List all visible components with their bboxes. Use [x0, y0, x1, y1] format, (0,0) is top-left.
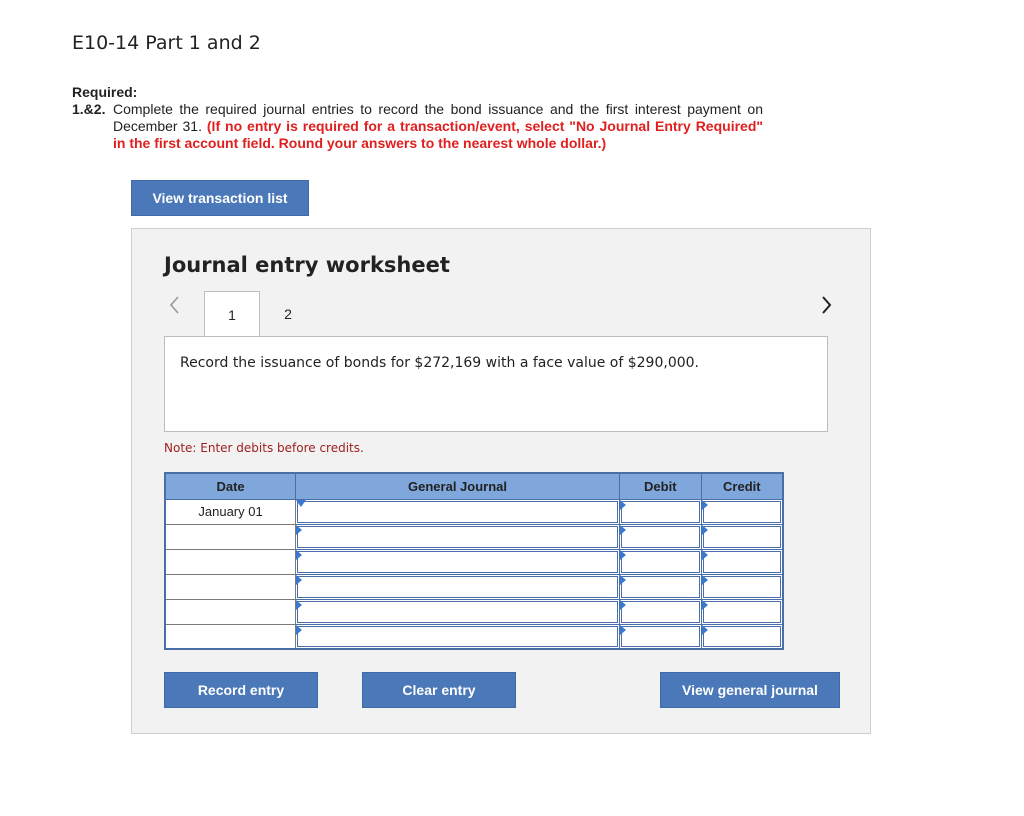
- table-row: [164, 523, 784, 550]
- credit-field[interactable]: [700, 498, 784, 525]
- credit-field[interactable]: [700, 623, 784, 650]
- debit-field[interactable]: [618, 498, 702, 525]
- dropdown-marker-icon: [296, 499, 307, 507]
- credit-field[interactable]: [700, 523, 784, 550]
- tab-1[interactable]: 1: [204, 291, 260, 337]
- header-general-journal: General Journal: [295, 472, 620, 500]
- input-marker-icon: [619, 599, 626, 610]
- input-marker-icon: [296, 599, 303, 610]
- table-row: January 01: [164, 498, 784, 525]
- input-marker-icon: [296, 574, 303, 585]
- input-marker-icon: [619, 549, 626, 560]
- credit-field[interactable]: [700, 598, 784, 625]
- date-cell: January 01: [164, 498, 297, 525]
- clear-entry-button[interactable]: Clear entry: [362, 672, 516, 708]
- account-field[interactable]: [295, 623, 620, 650]
- input-marker-icon: [619, 624, 626, 635]
- view-transaction-list-button[interactable]: View transaction list: [131, 180, 309, 216]
- required-heading: Required:: [72, 84, 138, 100]
- date-cell[interactable]: [164, 523, 297, 550]
- requirement-instruction: (If no entry is required for a transacti…: [113, 118, 764, 151]
- view-general-journal-button[interactable]: View general journal: [660, 672, 840, 708]
- debit-field[interactable]: [618, 623, 702, 650]
- date-cell[interactable]: [164, 598, 297, 625]
- debit-field[interactable]: [618, 548, 702, 575]
- header-debit: Debit: [618, 472, 702, 500]
- table-row: [164, 623, 784, 650]
- tab-2[interactable]: 2: [260, 291, 316, 337]
- input-marker-icon: [296, 624, 303, 635]
- header-date: Date: [164, 472, 297, 500]
- account-field[interactable]: [295, 598, 620, 625]
- input-marker-icon: [701, 599, 708, 610]
- debit-field[interactable]: [618, 523, 702, 550]
- input-marker-icon: [701, 499, 708, 510]
- debit-field[interactable]: [618, 598, 702, 625]
- chevron-right-icon[interactable]: [818, 293, 834, 317]
- input-marker-icon: [701, 574, 708, 585]
- requirement-text-block: Complete the required journal entries to…: [113, 101, 763, 152]
- debit-field[interactable]: [618, 573, 702, 600]
- transaction-description-box: Record the issuance of bonds for $272,16…: [164, 336, 828, 432]
- date-cell[interactable]: [164, 548, 297, 575]
- date-cell[interactable]: [164, 573, 297, 600]
- input-marker-icon: [296, 524, 303, 535]
- input-marker-icon: [701, 549, 708, 560]
- input-marker-icon: [619, 574, 626, 585]
- input-marker-icon: [296, 549, 303, 560]
- input-marker-icon: [619, 524, 626, 535]
- record-entry-button[interactable]: Record entry: [164, 672, 318, 708]
- account-field[interactable]: [295, 573, 620, 600]
- header-credit: Credit: [700, 472, 784, 500]
- transaction-description: Record the issuance of bonds for $272,16…: [180, 355, 699, 371]
- requirement-number: 1.&2.: [72, 101, 106, 117]
- entry-note: Note: Enter debits before credits.: [164, 441, 364, 455]
- table-row: [164, 598, 784, 625]
- chevron-left-icon[interactable]: [167, 293, 183, 317]
- account-field[interactable]: [295, 548, 620, 575]
- table-row: [164, 548, 784, 575]
- account-field[interactable]: [295, 498, 620, 525]
- worksheet-title: Journal entry worksheet: [164, 253, 450, 277]
- journal-entry-worksheet-panel: Journal entry worksheet 1 2 Record the i…: [131, 228, 871, 734]
- input-marker-icon: [701, 624, 708, 635]
- journal-table: Date General Journal Debit Credit Januar…: [164, 472, 784, 650]
- input-marker-icon: [619, 499, 626, 510]
- account-field[interactable]: [295, 523, 620, 550]
- page-title: E10-14 Part 1 and 2: [72, 32, 261, 54]
- input-marker-icon: [701, 524, 708, 535]
- date-cell[interactable]: [164, 623, 297, 650]
- credit-field[interactable]: [700, 573, 784, 600]
- table-row: [164, 573, 784, 600]
- journal-table-header: Date General Journal Debit Credit: [164, 472, 784, 500]
- credit-field[interactable]: [700, 548, 784, 575]
